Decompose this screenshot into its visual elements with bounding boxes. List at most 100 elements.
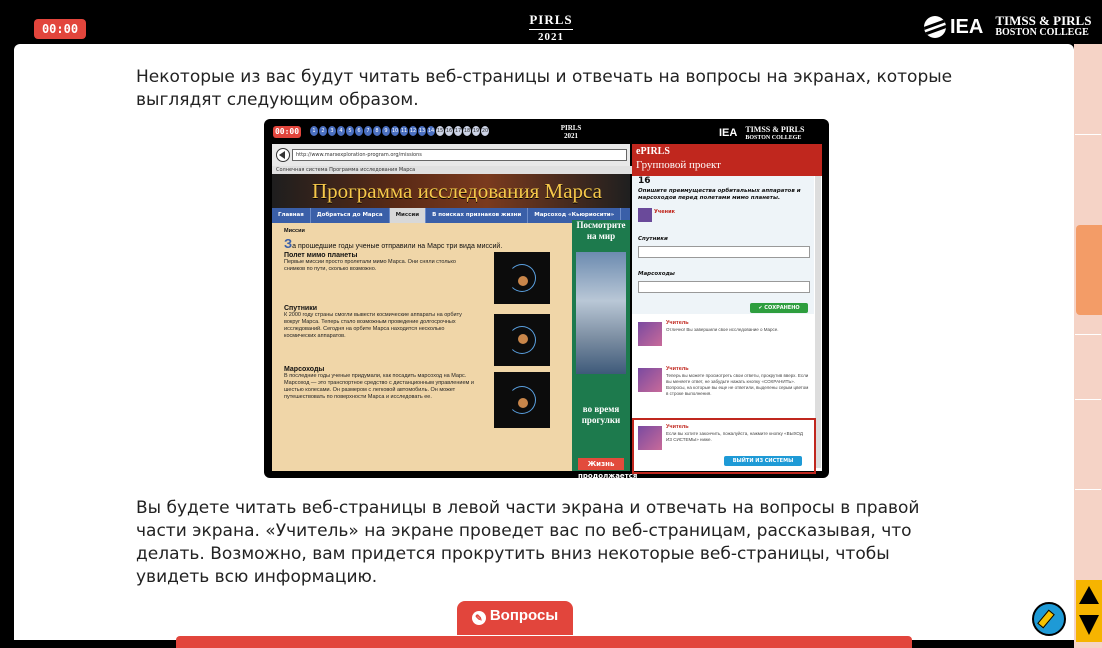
rail-divider bbox=[1075, 134, 1101, 135]
example-progress-dot: 1 bbox=[310, 126, 318, 136]
example-section-title: Полет мимо планеты bbox=[284, 252, 358, 259]
example-intro-text: а прошедшие годы ученые отправили на Мар… bbox=[292, 243, 503, 250]
example-progress-dot: 10 bbox=[391, 126, 399, 136]
example-nav-item: Добраться до Марса bbox=[311, 208, 390, 223]
example-progress-dots: 1 2 3 4 5 6 7 8 9 10 11 12 13 14 15 16 17 18 19 20 bbox=[310, 126, 489, 136]
example-epirls: ePIRLS bbox=[636, 146, 670, 157]
example-intro: За прошедшие годы ученые отправили на Ма… bbox=[284, 236, 574, 251]
instruction-paragraph: Вы будете читать веб-страницы в левой ча… bbox=[136, 498, 920, 587]
example-question-panel: ePIRLS Групповой проект 16 Опишите преим… bbox=[632, 144, 822, 474]
example-progress-dot: 6 bbox=[355, 126, 363, 136]
teacher-avatar bbox=[638, 426, 662, 450]
example-pirls-logo: PIRLS 2021 bbox=[556, 124, 586, 140]
example-question-number: 16 bbox=[638, 176, 651, 186]
example-answer-box bbox=[638, 246, 810, 258]
example-breadcrumb: Солнечная система Программа исследования… bbox=[272, 166, 634, 174]
example-progress-dot: 19 bbox=[472, 126, 480, 136]
mars-rover-image bbox=[494, 372, 550, 428]
example-url-bar: http://www.marsexploration-program.org/m… bbox=[272, 144, 630, 167]
help-pencil-icon[interactable] bbox=[1032, 602, 1066, 636]
example-section-rovers: Марсоходы В последние годы ученые придум… bbox=[284, 366, 474, 401]
iea-name: IEA bbox=[950, 15, 984, 38]
example-progress-dot: 4 bbox=[337, 126, 345, 136]
mars-planet bbox=[518, 334, 528, 344]
timer: 00:00 bbox=[34, 19, 86, 39]
example-saved-badge: ✔ СОХРАНЕНО bbox=[750, 303, 808, 313]
example-progress-dot: 18 bbox=[463, 126, 471, 136]
example-section-text: К 2000 году страны смогли вывести космич… bbox=[284, 312, 462, 339]
mars-planet bbox=[518, 276, 528, 286]
example-progress-dot: 20 bbox=[481, 126, 489, 136]
example-section-text: В последние годы ученые придумали, как п… bbox=[284, 373, 474, 400]
example-logout-button: ВЫЙТИ ИЗ СИСТЕМЫ bbox=[724, 456, 802, 466]
example-progress-dot: 14 bbox=[427, 126, 435, 136]
example-section-orbiters: Спутники К 2000 году страны смогли вывес… bbox=[284, 305, 474, 340]
intro-paragraph: Некоторые из вас будут читать веб-страни… bbox=[136, 67, 953, 110]
example-progress-dot: 9 bbox=[382, 126, 390, 136]
pencil-icon: ✎ bbox=[471, 611, 486, 625]
teacher-avatar bbox=[638, 322, 662, 346]
example-web-page: http://www.marsexploration-program.org/m… bbox=[272, 144, 637, 478]
example-question: 16 Опишите преимущества орбитальных аппа… bbox=[632, 176, 814, 314]
mars-planet bbox=[518, 398, 528, 408]
example-progress-dot: 12 bbox=[409, 126, 417, 136]
example-progress-dot: 8 bbox=[373, 126, 381, 136]
teacher-text: Отлично! Вы завершили свое исследование … bbox=[666, 327, 779, 332]
questions-panel-bar[interactable] bbox=[176, 636, 912, 648]
example-ad-bottom: во время прогулки bbox=[581, 404, 621, 425]
iea-globe-icon bbox=[924, 16, 946, 38]
example-nav-item: Главная bbox=[272, 208, 311, 223]
teacher-text: Теперь вы можете просмотреть свои ответы… bbox=[666, 373, 809, 396]
example-section-label: Миссии bbox=[284, 228, 305, 234]
example-ad: Посмотрите на мир во время прогулки Жизн… bbox=[572, 220, 637, 478]
rail-divider bbox=[1075, 334, 1101, 335]
right-navigation-rail[interactable] bbox=[1074, 44, 1102, 648]
example-nav-item-active: Миссии bbox=[389, 208, 427, 223]
mars-orbiter-image bbox=[494, 314, 550, 366]
example-iea-logo: IEA TIMSS & PIRLS BOSTON COLLEGE bbox=[719, 125, 804, 143]
example-timss-pirls: TIMSS & PIRLS bbox=[745, 125, 805, 134]
teacher-text: Если вы хотите закончить, пожалуйста, на… bbox=[666, 431, 803, 442]
example-progress-dot: 11 bbox=[400, 126, 408, 136]
rail-active-tab[interactable] bbox=[1076, 225, 1102, 315]
pirls-logo: PIRLS 2021 bbox=[523, 12, 579, 43]
example-nav-item: В поисках признаков жизни bbox=[426, 208, 529, 223]
questions-button[interactable]: ✎ Вопросы bbox=[457, 601, 573, 635]
example-dropcap: З bbox=[284, 236, 293, 251]
top-bar: 00:00 PIRLS 2021 IEA TIMSS & PIRLS BOSTO… bbox=[0, 0, 1102, 44]
example-progress-dot: 13 bbox=[418, 126, 426, 136]
scroll-up-icon[interactable] bbox=[1079, 586, 1099, 604]
example-highlight: Учитель Если вы хотите закончить, пожалу… bbox=[632, 418, 816, 474]
pirls-divider bbox=[529, 29, 573, 30]
astronaut-image bbox=[576, 252, 626, 374]
example-section-title: Спутники bbox=[284, 305, 318, 312]
timss-pirls-text: TIMSS & PIRLS bbox=[995, 13, 1092, 28]
example-section-text: Первые миссии просто пролетали мимо Марс… bbox=[284, 259, 456, 272]
boston-college-text: BOSTON COLLEGE bbox=[995, 27, 1089, 38]
example-question-text: Опишите преимущества орбитальных аппарат… bbox=[638, 188, 801, 201]
example-pirls-text: PIRLS bbox=[560, 124, 582, 132]
rail-divider bbox=[1075, 399, 1101, 400]
teacher-name: Учитель bbox=[666, 366, 689, 372]
teacher-message: Учитель Отлично! Вы завершили свое иссле… bbox=[636, 320, 812, 360]
example-site-title: Программа исследования Марса bbox=[312, 179, 602, 203]
questions-label: Вопросы bbox=[489, 607, 559, 624]
example-timer: 00:00 bbox=[273, 126, 301, 138]
example-ad-top: Посмотрите на мир bbox=[576, 220, 626, 241]
example-body: Миссии За прошедшие годы ученые отправил… bbox=[284, 228, 574, 251]
example-progress-dot: 15 bbox=[436, 126, 444, 136]
example-screenshot: 00:00 1 2 3 4 5 6 7 8 9 10 11 12 13 14 15 16 17 18 19 20 PI… bbox=[264, 119, 829, 478]
teacher-name: Учитель bbox=[666, 424, 689, 430]
mars-flyby-image bbox=[494, 252, 550, 304]
timss-pirls-logo: TIMSS & PIRLS BOSTON COLLEGE bbox=[995, 13, 1092, 39]
example-progress-dot: 3 bbox=[328, 126, 336, 136]
example-url: http://www.marsexploration-program.org/m… bbox=[292, 149, 627, 161]
example-pirls-year: 2021 bbox=[564, 132, 578, 140]
rail-divider bbox=[1075, 489, 1101, 490]
scroll-down-icon[interactable] bbox=[1079, 615, 1099, 635]
example-progress-dot: 5 bbox=[346, 126, 354, 136]
example-progress-dot: 17 bbox=[454, 126, 462, 136]
iea-logo: IEA TIMSS & PIRLS BOSTON COLLEGE bbox=[924, 13, 1092, 39]
teacher-name: Учитель bbox=[666, 320, 689, 326]
example-panel-header: ePIRLS Групповой проект bbox=[632, 144, 822, 176]
